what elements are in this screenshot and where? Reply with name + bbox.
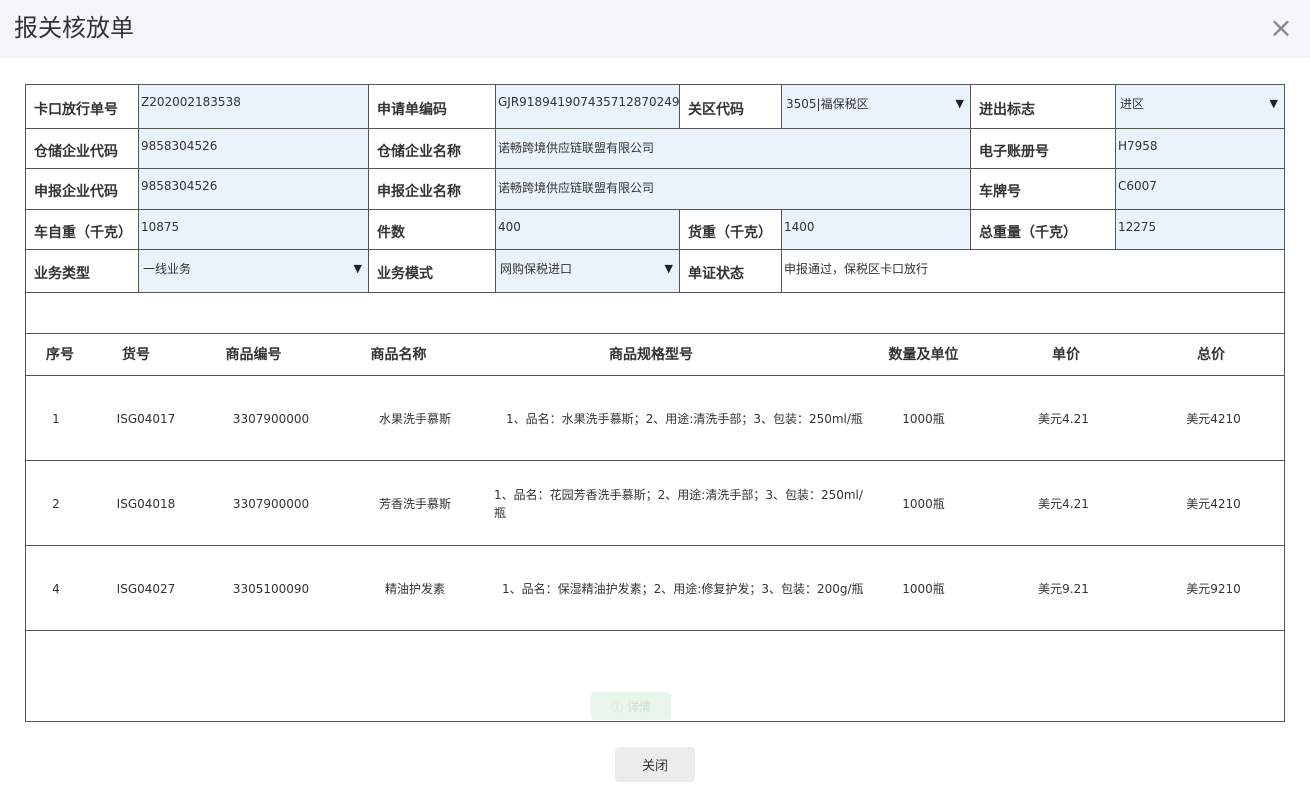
detail-button[interactable]: ⓘ 详情 <box>591 692 671 720</box>
dialog-header: 报关核放单 × <box>0 0 1310 58</box>
table-row: 1 ISG04017 3307900000 水果洗手慕斯 1、品名：水果洗手慕斯… <box>26 376 1284 461</box>
biz-type-label: 业务类型 <box>26 250 139 292</box>
cell-seq: 2 <box>52 496 60 511</box>
declare-code-field[interactable]: 9858304526 <box>139 169 369 209</box>
io-flag-value: 进区 <box>1120 97 1145 111</box>
ebook-label: 电子账册号 <box>971 129 1116 168</box>
close-icon[interactable]: × <box>1268 13 1294 43</box>
cell-seq: 4 <box>52 581 60 596</box>
declare-name-field[interactable]: 诺畅跨境供应链联盟有限公司 <box>496 169 971 209</box>
biz-type-value: 一线业务 <box>143 262 192 276</box>
cell-goods-code: 3307900000 <box>232 411 310 426</box>
cell-total-price: 美元4210 <box>1186 497 1241 511</box>
biz-type-select[interactable]: 一线业务 ▼ <box>139 250 369 292</box>
storage-name-label: 仓储企业名称 <box>369 129 496 168</box>
cell-item-no: ISG04018 <box>116 496 176 511</box>
pieces-field[interactable]: 400 <box>496 210 680 249</box>
cell-unit-price: 美元4.21 <box>1038 497 1089 511</box>
form-row-1: 卡口放行单号 Z202002183538 申请单编码 GJR9189419074… <box>26 85 1284 129</box>
goods-table-header: 序号 货号 商品编号 商品名称 商品规格型号 数量及单位 单价 总价 <box>26 334 1284 376</box>
col-header-unit-price: 单价 <box>1052 347 1080 363</box>
io-flag-select[interactable]: 进区 ▼ <box>1116 85 1284 128</box>
col-header-total-price: 总价 <box>1197 347 1225 363</box>
cell-total-price: 美元9210 <box>1186 582 1241 596</box>
col-header-goods-name: 商品名称 <box>370 347 427 363</box>
blank-row <box>26 293 1284 334</box>
cell-goods-name: 精油护发素 <box>384 582 445 596</box>
storage-code-label: 仓储企业代码 <box>26 129 139 168</box>
zone-code-label: 关区代码 <box>680 85 782 128</box>
storage-code-field[interactable]: 9858304526 <box>139 129 369 168</box>
cell-goods-code: 3307900000 <box>232 496 310 511</box>
cargo-weight-label: 货重（千克） <box>680 210 782 249</box>
col-header-item-no: 货号 <box>122 347 150 363</box>
col-header-goods-code: 商品编号 <box>225 347 282 363</box>
biz-mode-value: 网购保税进口 <box>500 262 573 276</box>
cell-total-price: 美元4210 <box>1186 412 1241 426</box>
col-header-seq: 序号 <box>46 347 74 363</box>
form-row-4: 车自重（千克） 10875 件数 400 货重（千克） 1400 总重量（千克）… <box>26 210 1284 250</box>
cell-spec: 1、品名：水果洗手慕斯；2、用途:清洗手部；3、包装：250ml/瓶 <box>506 411 863 426</box>
form-row-3: 申报企业代码 9858304526 申报企业名称 诺畅跨境供应链联盟有限公司 车… <box>26 169 1284 210</box>
plate-label: 车牌号 <box>971 169 1116 209</box>
cell-qty-unit: 1000瓶 <box>902 582 945 596</box>
total-weight-field[interactable]: 12275 <box>1116 210 1284 249</box>
apply-no-field[interactable]: GJR918941907435712870249 <box>496 85 680 128</box>
cargo-weight-field[interactable]: 1400 <box>782 210 971 249</box>
col-header-spec: 商品规格型号 <box>609 347 693 363</box>
io-flag-label: 进出标志 <box>971 85 1116 128</box>
kakou-no-field[interactable]: Z202002183538 <box>139 85 369 128</box>
total-weight-label: 总重量（千克） <box>971 210 1116 249</box>
table-row: 4 ISG04027 3305100090 精油护发素 1、品名：保湿精油护发素… <box>26 546 1284 631</box>
cell-qty-unit: 1000瓶 <box>902 497 945 511</box>
doc-status-value: 申报通过，保税区卡口放行 <box>782 250 1284 292</box>
zone-code-value: 3505|福保税区 <box>786 97 869 111</box>
form-row-2: 仓储企业代码 9858304526 仓储企业名称 诺畅跨境供应链联盟有限公司 电… <box>26 129 1284 169</box>
vehicle-weight-field[interactable]: 10875 <box>139 210 369 249</box>
form-row-5: 业务类型 一线业务 ▼ 业务模式 网购保税进口 ▼ 单证状态 申报通过，保税区卡… <box>26 250 1284 293</box>
dropdown-arrow-icon: ▼ <box>1269 97 1278 110</box>
cell-spec: 1、品名：保湿精油护发素；2、用途:修复护发；3、包装：200g/瓶 <box>502 581 864 596</box>
declare-name-label: 申报企业名称 <box>369 169 496 209</box>
doc-status-label: 单证状态 <box>680 250 782 292</box>
vehicle-weight-label: 车自重（千克） <box>26 210 139 249</box>
storage-name-field[interactable]: 诺畅跨境供应链联盟有限公司 <box>496 129 971 168</box>
dropdown-arrow-icon: ▼ <box>955 97 964 110</box>
dropdown-arrow-icon: ▼ <box>353 262 362 275</box>
cell-goods-name: 芳香洗手慕斯 <box>378 497 451 511</box>
cell-unit-price: 美元9.21 <box>1038 582 1089 596</box>
customs-release-form: 卡口放行单号 Z202002183538 申请单编码 GJR9189419074… <box>25 84 1285 722</box>
ebook-field[interactable]: H7958 <box>1116 129 1284 168</box>
kakou-no-label: 卡口放行单号 <box>26 85 139 128</box>
cell-seq: 1 <box>52 411 60 426</box>
plate-field[interactable]: C6007 <box>1116 169 1284 209</box>
close-button[interactable]: 关闭 <box>615 747 695 782</box>
cell-item-no: ISG04027 <box>116 581 176 596</box>
biz-mode-select[interactable]: 网购保税进口 ▼ <box>496 250 680 292</box>
cell-spec: 1、品名：花园芳香洗手慕斯；2、用途:清洗手部；3、包装：250ml/瓶 <box>494 487 863 520</box>
declare-code-label: 申报企业代码 <box>26 169 139 209</box>
apply-no-label: 申请单编码 <box>369 85 496 128</box>
col-header-qty-unit: 数量及单位 <box>888 347 959 363</box>
cell-goods-code: 3305100090 <box>232 581 310 596</box>
cell-qty-unit: 1000瓶 <box>902 412 945 426</box>
dialog-title: 报关核放单 <box>14 14 134 42</box>
zone-code-select[interactable]: 3505|福保税区 ▼ <box>782 85 971 128</box>
dropdown-arrow-icon: ▼ <box>664 262 673 275</box>
cell-unit-price: 美元4.21 <box>1038 412 1089 426</box>
cell-goods-name: 水果洗手慕斯 <box>378 412 451 426</box>
pieces-label: 件数 <box>369 210 496 249</box>
biz-mode-label: 业务模式 <box>369 250 496 292</box>
cell-item-no: ISG04017 <box>116 411 176 426</box>
table-row: 2 ISG04018 3307900000 芳香洗手慕斯 1、品名：花园芳香洗手… <box>26 461 1284 546</box>
